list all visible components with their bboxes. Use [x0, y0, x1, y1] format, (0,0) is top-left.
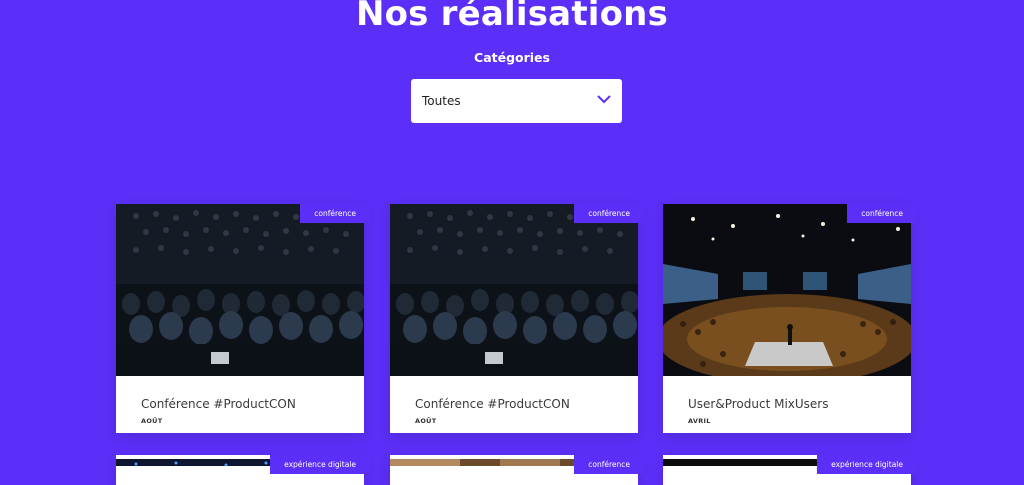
category-badge: conférence — [574, 455, 644, 474]
category-badge: expérience digitale — [270, 455, 370, 474]
page-title: Nos réalisations — [355, 0, 669, 34]
project-card[interactable]: expérience digitale — [116, 455, 370, 485]
project-image — [663, 204, 911, 376]
project-date: AOÛT — [415, 417, 437, 425]
project-card[interactable]: conférence — [390, 455, 644, 485]
project-card[interactable]: expérience digitale — [663, 455, 917, 485]
category-badge: expérience digitale — [817, 455, 917, 474]
category-badge: conférence — [574, 204, 644, 223]
category-select-value: Toutes — [422, 94, 461, 108]
project-image — [116, 204, 364, 376]
project-image — [390, 204, 638, 376]
category-select[interactable]: Toutes — [411, 79, 622, 123]
project-date: AOÛT — [141, 417, 163, 425]
chevron-down-icon — [597, 95, 611, 104]
project-card[interactable]: conférence Conférence #ProductCON AOÛT — [390, 204, 644, 433]
category-badge: conférence — [847, 204, 917, 223]
project-date: AVRIL — [688, 417, 711, 425]
project-title: User&Product MixUsers — [688, 397, 829, 411]
project-title: Conférence #ProductCON — [141, 397, 296, 411]
project-card[interactable]: conférence User&Product MixUsers AVRIL — [663, 204, 917, 433]
category-badge: conférence — [300, 204, 370, 223]
category-filter-label: Catégories — [474, 50, 550, 65]
project-card[interactable]: conférence Conférence #ProductCON AOÛT — [116, 204, 370, 433]
project-title: Conférence #ProductCON — [415, 397, 570, 411]
